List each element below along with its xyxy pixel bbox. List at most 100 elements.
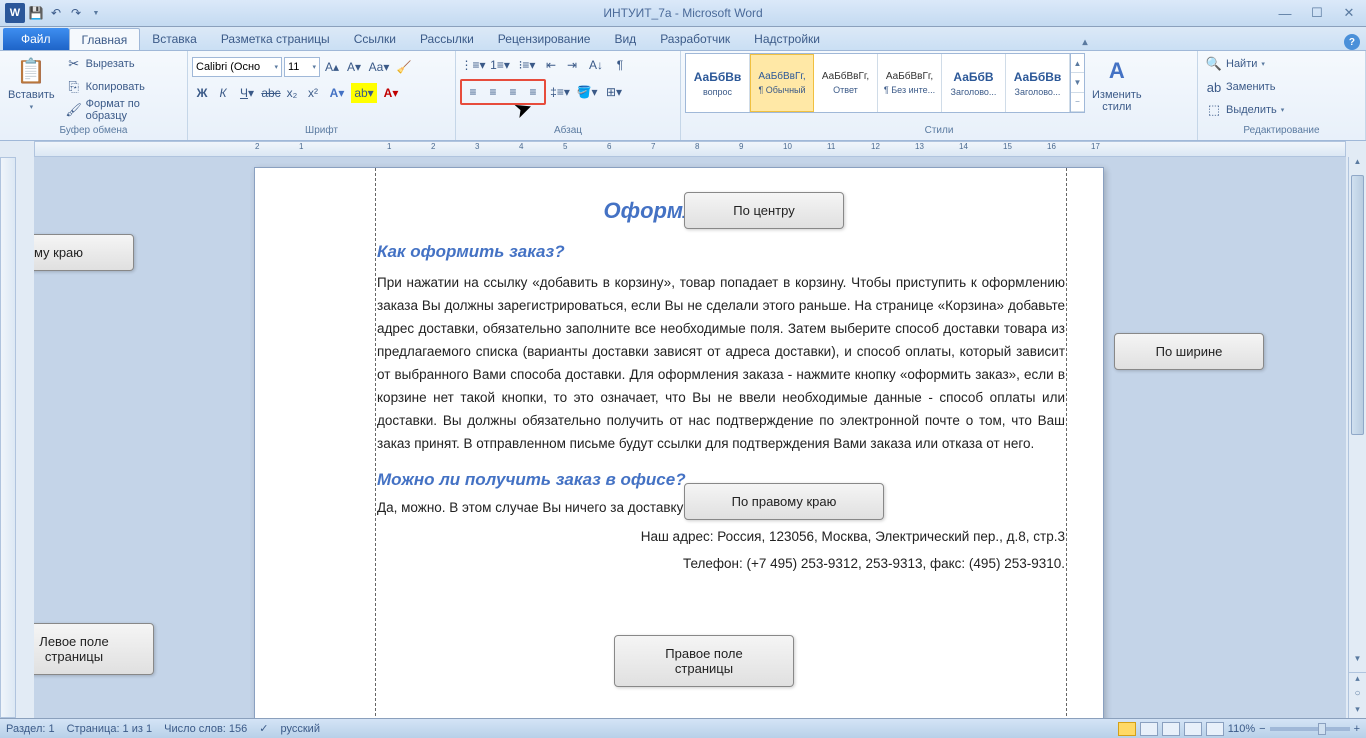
- borders-icon[interactable]: ⊞▾: [601, 82, 627, 102]
- superscript-icon[interactable]: x²: [303, 83, 323, 103]
- tab-mailings[interactable]: Рассылки: [408, 28, 486, 50]
- tab-layout[interactable]: Разметка страницы: [209, 28, 342, 50]
- tab-insert[interactable]: Вставка: [140, 28, 209, 50]
- style-item[interactable]: АаБбВввопрос: [686, 54, 750, 112]
- horizontal-ruler[interactable]: 211234567891011121314151617: [34, 141, 1346, 157]
- help-icon[interactable]: ?: [1344, 34, 1360, 50]
- zoom-slider[interactable]: [1270, 727, 1350, 731]
- file-tab[interactable]: Файл: [3, 28, 69, 50]
- view-web-icon[interactable]: [1162, 722, 1180, 736]
- subscript-icon[interactable]: x₂: [282, 83, 302, 103]
- gallery-more-icon[interactable]: ⎯: [1071, 93, 1084, 112]
- styles-gallery[interactable]: АаБбВввопрос АаБбВвГг,¶ Обычный АаБбВвГг…: [685, 53, 1085, 113]
- scroll-down-icon[interactable]: ▼: [1071, 73, 1084, 92]
- close-icon[interactable]: ✕: [1337, 5, 1361, 21]
- align-center-icon[interactable]: ≡: [483, 82, 503, 102]
- vertical-ruler[interactable]: [0, 157, 16, 718]
- vertical-scrollbar[interactable]: ▲ ▼ ▴ ○ ▾: [1348, 157, 1366, 718]
- increase-indent-icon[interactable]: ⇥: [562, 55, 582, 75]
- doc-phone[interactable]: Телефон: (+7 495) 253-9312, 253-9313, фа…: [377, 556, 1065, 571]
- style-item[interactable]: АаБбВвГг,¶ Без инте...: [878, 54, 942, 112]
- underline-icon[interactable]: Ч▾: [234, 83, 260, 103]
- font-color-icon[interactable]: A▾: [378, 83, 404, 103]
- view-draft-icon[interactable]: [1206, 722, 1224, 736]
- zoom-slider-thumb[interactable]: [1318, 723, 1326, 735]
- text-effects-icon[interactable]: A▾: [324, 83, 350, 103]
- doc-address[interactable]: Наш адрес: Россия, 123056, Москва, Элект…: [377, 529, 1065, 544]
- show-marks-icon[interactable]: ¶: [610, 55, 630, 75]
- sort-icon[interactable]: A↓: [583, 55, 609, 75]
- paste-button[interactable]: 📋 Вставить ▾: [4, 53, 59, 113]
- next-page-icon[interactable]: ▾: [1349, 704, 1366, 718]
- document-viewport[interactable]: Оформление заказов Как оформить заказ? П…: [34, 157, 1346, 718]
- decrease-indent-icon[interactable]: ⇤: [541, 55, 561, 75]
- ribbon-tabs: Файл Главная Вставка Разметка страницы С…: [0, 27, 1366, 51]
- status-words[interactable]: Число слов: 156: [164, 723, 247, 735]
- status-page[interactable]: Страница: 1 из 1: [67, 723, 153, 735]
- scroll-up-icon[interactable]: ▲: [1349, 157, 1366, 173]
- word-app-icon[interactable]: W: [5, 3, 25, 23]
- change-case-icon[interactable]: Aa▾: [366, 57, 392, 77]
- numbering-icon[interactable]: 1≡▾: [487, 55, 513, 75]
- zoom-level[interactable]: 110%: [1228, 723, 1255, 735]
- select-button[interactable]: ⬚Выделить▾: [1202, 99, 1288, 121]
- tab-home[interactable]: Главная: [69, 28, 141, 50]
- doc-paragraph[interactable]: При нажатии на ссылку «добавить в корзин…: [377, 272, 1065, 456]
- find-button[interactable]: 🔍Найти▾: [1202, 53, 1288, 75]
- copy-button[interactable]: ⎘Копировать: [62, 76, 183, 98]
- doc-heading[interactable]: Как оформить заказ?: [377, 242, 1065, 262]
- save-icon[interactable]: 💾: [27, 4, 45, 22]
- grow-font-icon[interactable]: A▴: [322, 57, 342, 77]
- highlight-icon[interactable]: ab▾: [351, 83, 377, 103]
- shrink-font-icon[interactable]: A▾: [344, 57, 364, 77]
- view-print-layout-icon[interactable]: [1118, 722, 1136, 736]
- justify-icon[interactable]: ≡: [523, 82, 543, 102]
- ribbon: 📋 Вставить ▾ ✂Вырезать ⎘Копировать 🖌Форм…: [0, 51, 1366, 141]
- clear-formatting-icon[interactable]: 🧹: [394, 57, 414, 77]
- align-right-icon[interactable]: ≡: [503, 82, 523, 102]
- cut-button[interactable]: ✂Вырезать: [62, 53, 183, 75]
- callout-left-margin: Левое поле страницы: [34, 623, 154, 675]
- minimize-ribbon-icon[interactable]: ▴: [1077, 34, 1093, 50]
- proofing-icon[interactable]: ✓: [259, 722, 268, 735]
- italic-icon[interactable]: К: [213, 83, 233, 103]
- replace-button[interactable]: abЗаменить: [1202, 76, 1288, 98]
- view-fullscreen-icon[interactable]: [1140, 722, 1158, 736]
- style-item[interactable]: АаБбВвГг,Ответ: [814, 54, 878, 112]
- shading-icon[interactable]: 🪣▾: [574, 82, 600, 102]
- tab-references[interactable]: Ссылки: [342, 28, 408, 50]
- bullets-icon[interactable]: ⋮≡▾: [460, 55, 486, 75]
- status-section[interactable]: Раздел: 1: [6, 723, 55, 735]
- style-item[interactable]: АаБбВвГг,¶ Обычный: [750, 54, 814, 112]
- tab-view[interactable]: Вид: [602, 28, 648, 50]
- tab-addins[interactable]: Надстройки: [742, 28, 832, 50]
- prev-page-icon[interactable]: ▴: [1349, 672, 1366, 686]
- qat-customize-icon[interactable]: ▼: [87, 4, 105, 22]
- tab-review[interactable]: Рецензирование: [486, 28, 603, 50]
- right-margin-line: [1066, 168, 1067, 718]
- tab-developer[interactable]: Разработчик: [648, 28, 742, 50]
- line-spacing-icon[interactable]: ‡≡▾: [547, 82, 573, 102]
- undo-icon[interactable]: ↶: [47, 4, 65, 22]
- scroll-thumb[interactable]: [1351, 175, 1364, 435]
- zoom-in-icon[interactable]: +: [1354, 723, 1360, 735]
- browse-object-icon[interactable]: ○: [1349, 688, 1366, 702]
- redo-icon[interactable]: ↷: [67, 4, 85, 22]
- format-painter-button[interactable]: 🖌Формат по образцу: [62, 99, 183, 121]
- view-outline-icon[interactable]: [1184, 722, 1202, 736]
- scroll-down-icon[interactable]: ▼: [1349, 654, 1366, 670]
- align-left-icon[interactable]: ≡: [463, 82, 483, 102]
- zoom-out-icon[interactable]: −: [1259, 723, 1265, 735]
- status-language[interactable]: русский: [281, 723, 320, 735]
- change-styles-button[interactable]: A Изменить стили: [1088, 53, 1146, 115]
- font-name-combo[interactable]: Calibri (Осно▾: [192, 57, 282, 77]
- minimize-icon[interactable]: —: [1273, 5, 1297, 21]
- multilevel-icon[interactable]: ⁝≡▾: [514, 55, 540, 75]
- style-item[interactable]: АаБбВЗаголово...: [942, 54, 1006, 112]
- maximize-icon[interactable]: ☐: [1305, 5, 1329, 21]
- font-size-combo[interactable]: 11▾: [284, 57, 320, 77]
- bold-icon[interactable]: Ж: [192, 83, 212, 103]
- strikethrough-icon[interactable]: abc: [261, 83, 281, 103]
- style-item[interactable]: АаБбВвЗаголово...: [1006, 54, 1070, 112]
- scroll-up-icon[interactable]: ▲: [1071, 54, 1084, 73]
